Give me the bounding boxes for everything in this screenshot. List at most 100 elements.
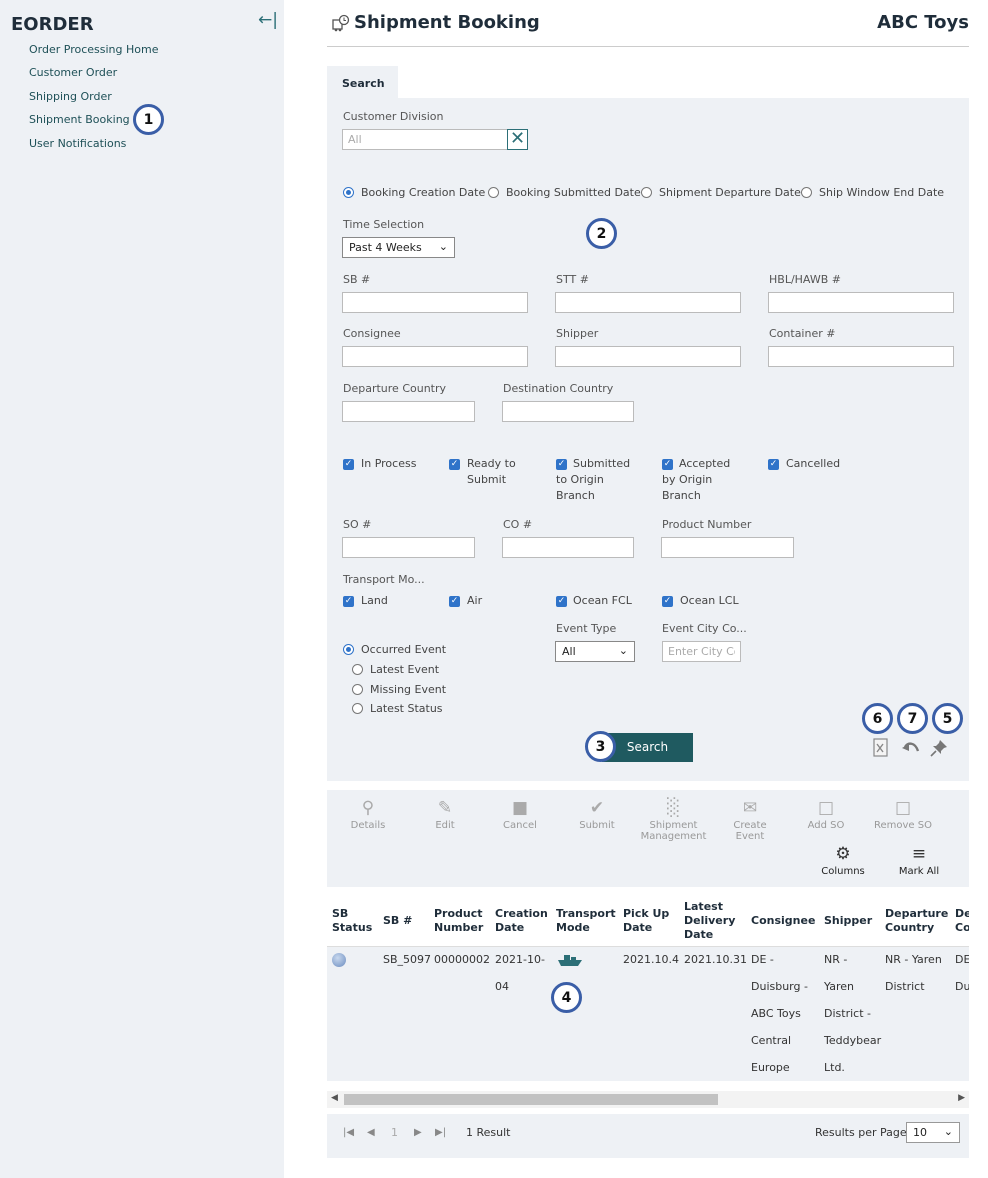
customer-division-label: Customer Division (343, 110, 444, 123)
current-page: 1 (391, 1126, 398, 1139)
remove-so-button[interactable]: □ Remove SO (873, 796, 933, 831)
cell-departure-line: NR - Yaren (885, 953, 942, 966)
pin-icon[interactable] (930, 739, 948, 757)
column-header-departure-country[interactable]: Departure Country (885, 907, 950, 935)
column-header-sb-status[interactable]: SB Status (332, 907, 372, 935)
next-page-icon[interactable]: ▶ (414, 1127, 422, 1138)
checkbox-label: Land (361, 594, 388, 607)
radio-ship-window-end-date[interactable] (801, 187, 812, 198)
scroll-left-icon[interactable]: ◀ (331, 1093, 338, 1103)
sidebar-item-user-notifications[interactable]: User Notifications (29, 137, 126, 150)
envelope-icon: ✉ (742, 798, 758, 818)
details-button[interactable]: ⚲ Details (343, 796, 393, 831)
product-number-input[interactable] (661, 537, 794, 558)
time-selection-select[interactable]: Past 4 Weeks ⌄ (342, 237, 455, 258)
co-label: CO # (503, 518, 533, 531)
details-label: Details (350, 820, 386, 831)
column-header-shipper[interactable]: Shipper (824, 914, 872, 928)
sidebar-item-customer-order[interactable]: Customer Order (29, 66, 117, 79)
annotation-badge: 2 (586, 218, 617, 249)
sidebar-item-shipment-booking[interactable]: Shipment Booking (29, 113, 130, 126)
cell-destination-line: DE (955, 953, 969, 966)
radio-missing-event[interactable] (352, 684, 363, 695)
column-header-latest-delivery-date[interactable]: Latest Delivery Date (684, 900, 739, 942)
radio-label: Missing Event (370, 683, 447, 696)
consignee-input[interactable] (342, 346, 528, 367)
create-event-label: Create Event (733, 820, 767, 842)
search-panel (327, 98, 969, 781)
excel-export-icon[interactable] (872, 738, 890, 758)
table-row[interactable]: SB_5097 00000002 2021-10- 04 2021.10.4 2… (327, 947, 969, 1081)
column-header-consignee[interactable]: Consignee (751, 914, 815, 928)
add-so-button[interactable]: □ Add SO (801, 796, 851, 831)
checkbox-in-process[interactable]: ✓ (343, 459, 354, 470)
radio-shipment-departure-date[interactable] (641, 187, 652, 198)
scrollbar-thumb[interactable] (344, 1094, 718, 1105)
checkbox-air[interactable]: ✓ (449, 596, 460, 607)
sb-input[interactable] (342, 292, 528, 313)
mark-all-button[interactable]: ≡ Mark All (894, 842, 944, 877)
results-per-page-select[interactable]: 10 ⌄ (906, 1122, 960, 1143)
column-header-transport-mode[interactable]: Transport Mode (556, 907, 616, 935)
departure-country-input[interactable] (342, 401, 475, 422)
sb-label: SB # (343, 273, 371, 286)
checkbox-ready-to-submit[interactable]: ✓ (449, 459, 460, 470)
annotation-badge: 1 (133, 104, 164, 135)
hbl-input[interactable] (768, 292, 954, 313)
column-header-product-number[interactable]: Product Number (434, 907, 484, 935)
event-city-input[interactable] (662, 641, 741, 662)
so-label: SO # (343, 518, 372, 531)
checkbox-cancelled[interactable]: ✓ (768, 459, 779, 470)
scroll-right-icon[interactable]: ▶ (958, 1093, 965, 1103)
co-input[interactable] (502, 537, 634, 558)
submit-button[interactable]: ✔ Submit (572, 796, 622, 831)
previous-page-icon[interactable]: ◀ (367, 1127, 375, 1138)
edit-button[interactable]: ✎ Edit (420, 796, 470, 831)
container-input[interactable] (768, 346, 954, 367)
so-input[interactable] (342, 537, 475, 558)
stt-input[interactable] (555, 292, 741, 313)
checkbox-land[interactable]: ✓ (343, 596, 354, 607)
results-per-page-value: 10 (913, 1126, 927, 1139)
radio-latest-status[interactable] (352, 703, 363, 714)
collapse-sidebar-icon[interactable]: ←| (258, 10, 278, 30)
checkbox-ocean-lcl[interactable]: ✓ (662, 596, 673, 607)
column-header-pick-up-date[interactable]: Pick Up Date (623, 907, 673, 935)
hbl-label: HBL/HAWB # (769, 273, 841, 286)
remove-so-label: Remove SO (874, 820, 932, 831)
page-title: Shipment Booking (354, 12, 540, 33)
create-event-button[interactable]: ✉ Create Event (718, 796, 782, 842)
radio-label: Shipment Departure Date (659, 186, 801, 199)
radio-label: Occurred Event (361, 643, 447, 656)
radio-label: Latest Event (370, 663, 440, 676)
column-header-creation-date[interactable]: Creation Date (495, 907, 548, 935)
radio-label: Booking Submitted Date (506, 186, 641, 199)
column-header-destination-country[interactable]: De Co (955, 907, 969, 935)
shipper-input[interactable] (555, 346, 741, 367)
horizontal-scrollbar[interactable]: ◀ ▶ (327, 1091, 969, 1108)
annotation-badge: 5 (932, 703, 963, 734)
cancel-button[interactable]: ■ Cancel (495, 796, 545, 831)
sidebar-item-shipping-order[interactable]: Shipping Order (29, 90, 112, 103)
columns-button[interactable]: ⚙ Columns (818, 842, 868, 877)
doc-remove-icon: □ (894, 798, 912, 818)
shipment-management-button[interactable]: ░ Shipment Management (640, 796, 707, 842)
last-page-icon[interactable]: ▶| (435, 1127, 446, 1138)
radio-booking-creation-date[interactable] (343, 187, 354, 198)
column-header-sb-number[interactable]: SB # (383, 914, 412, 928)
tab-search[interactable]: Search (327, 66, 398, 99)
event-type-select[interactable]: All ⌄ (555, 641, 635, 662)
checkbox-ocean-fcl[interactable]: ✓ (556, 596, 567, 607)
radio-booking-submitted-date[interactable] (488, 187, 499, 198)
clear-division-button[interactable]: ✕ (507, 129, 528, 150)
departure-country-label: Departure Country (343, 382, 447, 395)
radio-latest-event[interactable] (352, 664, 363, 675)
customer-division-input[interactable] (342, 129, 508, 150)
chevron-down-icon: ⌄ (618, 644, 628, 657)
first-page-icon[interactable]: |◀ (343, 1127, 354, 1138)
destination-country-input[interactable] (502, 401, 634, 422)
results-per-page-label: Results per Page (815, 1126, 907, 1139)
radio-occurred-event[interactable] (343, 644, 354, 655)
sidebar-item-order-processing-home[interactable]: Order Processing Home (29, 43, 158, 56)
reset-icon[interactable] (901, 739, 921, 757)
